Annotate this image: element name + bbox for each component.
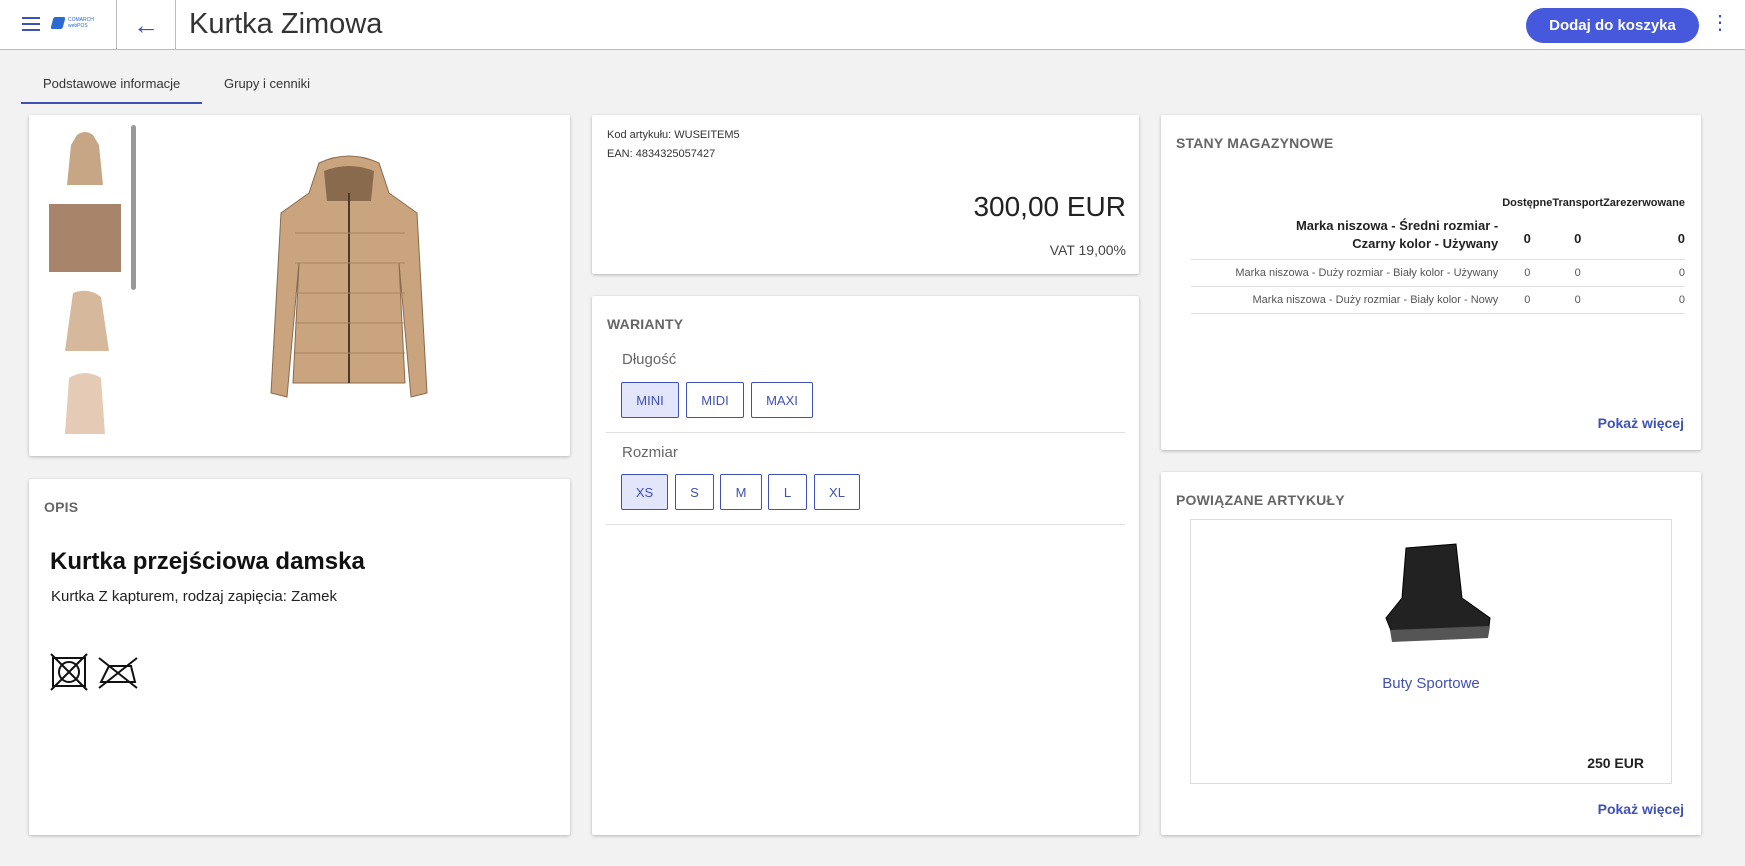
vat-rate: VAT 19,00% xyxy=(1049,242,1126,258)
table-row: Marka niszowa - Średni rozmiar - Czarny … xyxy=(1191,217,1685,260)
variant-size-l[interactable]: L xyxy=(768,474,807,510)
back-arrow-icon[interactable]: ← xyxy=(133,10,159,41)
related-show-more-link[interactable]: Pokaż więcej xyxy=(1598,801,1684,817)
variants-card: WARIANTY Długość MINI MIDI MAXI Rozmiar … xyxy=(592,296,1139,835)
stock-table: Dostępne Transport Zarezerwowane Marka n… xyxy=(1191,197,1685,314)
table-row: Marka niszowa - Duży rozmiar - Biały kol… xyxy=(1191,260,1685,287)
tab-groups-pricelists[interactable]: Grupy i cenniki xyxy=(202,74,332,104)
col-reserved: Zarezerwowane xyxy=(1603,197,1685,209)
size-label: Rozmiar xyxy=(622,444,678,461)
price-card: Kod artykułu: WUSEITEM5 EAN: 48343250574… xyxy=(592,115,1139,274)
add-to-cart-button[interactable]: Dodaj do koszyka xyxy=(1526,8,1699,43)
no-ironing-icon xyxy=(98,657,138,689)
description-heading: Kurtka przejściowa damska xyxy=(50,548,365,575)
main-product-image xyxy=(270,155,428,398)
menu-icon[interactable] xyxy=(22,17,40,31)
variant-size-s[interactable]: S xyxy=(675,474,714,510)
article-ean: EAN: 4834325057427 xyxy=(607,148,716,160)
col-transport: Transport xyxy=(1552,197,1604,209)
related-item-price: 250 EUR xyxy=(1587,755,1644,771)
stock-title: STANY MAGAZYNOWE xyxy=(1176,135,1334,151)
variant-length-maxi[interactable]: MAXI xyxy=(751,382,813,418)
variant-size-xl[interactable]: XL xyxy=(814,474,860,510)
article-code: Kod artykułu: WUSEITEM5 xyxy=(607,129,740,141)
variant-size-xs[interactable]: XS xyxy=(621,474,668,510)
related-item-image xyxy=(1385,543,1491,642)
col-available: Dostępne xyxy=(1502,197,1553,209)
price: 300,00 EUR xyxy=(973,191,1126,222)
thumbnail-4[interactable] xyxy=(49,370,121,438)
app-header: COMARCH webPOS ← Kurtka Zimowa Dodaj do k… xyxy=(0,0,1745,50)
description-text: Kurtka Z kapturem, rodzaj zapięcia: Zame… xyxy=(51,588,337,605)
related-title: POWIĄZANE ARTYKUŁY xyxy=(1176,492,1345,508)
variant-length-mini[interactable]: MINI xyxy=(621,382,679,418)
comarch-logo: COMARCH webPOS xyxy=(50,17,94,29)
thumbnail-2[interactable] xyxy=(49,204,121,272)
stock-show-more-link[interactable]: Pokaż więcej xyxy=(1598,415,1684,431)
product-images-card xyxy=(29,115,570,456)
variant-size-m[interactable]: M xyxy=(720,474,762,510)
page-title: Kurtka Zimowa xyxy=(189,8,383,40)
thumbnail-3[interactable] xyxy=(49,287,121,355)
related-item-tile[interactable]: Buty Sportowe 250 EUR xyxy=(1190,519,1672,784)
thumbnail-scrollbar[interactable] xyxy=(131,125,136,290)
more-options-icon[interactable]: ⋮ xyxy=(1710,13,1730,33)
related-articles-card: POWIĄZANE ARTYKUŁY Buty Sportowe 250 EUR… xyxy=(1161,472,1701,835)
tab-basic-info[interactable]: Podstawowe informacje xyxy=(21,74,203,104)
stock-card: STANY MAGAZYNOWE Dostępne Transport Zare… xyxy=(1161,115,1701,450)
description-title: OPIS xyxy=(44,499,79,515)
thumbnail-1[interactable] xyxy=(49,127,121,195)
length-label: Długość xyxy=(622,351,677,368)
description-card: OPIS Kurtka przejściowa damska Kurtka Z … xyxy=(29,479,570,835)
table-row: Marka niszowa - Duży rozmiar - Biały kol… xyxy=(1191,287,1685,314)
variants-title: WARIANTY xyxy=(607,316,684,332)
no-wash-icon xyxy=(50,653,88,691)
variant-length-midi[interactable]: MIDI xyxy=(686,382,744,418)
related-item-name[interactable]: Buty Sportowe xyxy=(1191,675,1671,692)
